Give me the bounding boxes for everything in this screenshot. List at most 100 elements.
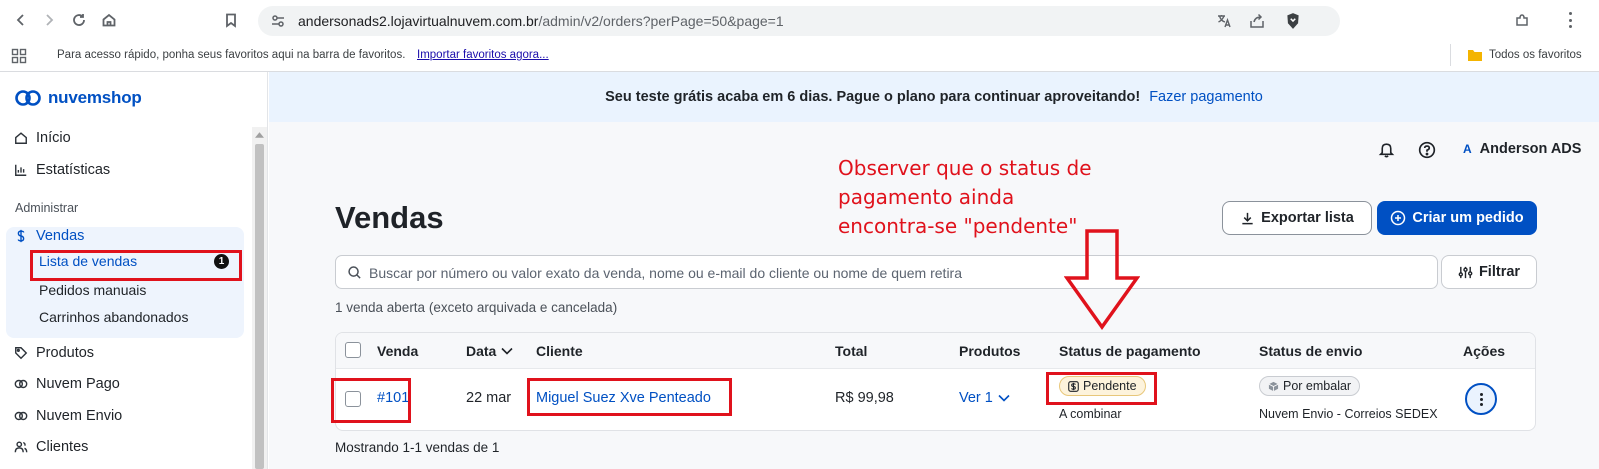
more-dot (1479, 397, 1483, 401)
column-header-cliente: Cliente (536, 343, 583, 359)
make-payment-link[interactable]: Fazer pagamento (1149, 89, 1263, 105)
bookmark-page-button[interactable] (220, 9, 242, 31)
sidebar-item-label: Início (36, 130, 71, 146)
column-header-venda[interactable]: Venda (377, 343, 418, 359)
apps-grid-icon[interactable] (11, 48, 27, 64)
sidebar-subitem-pedidos-manuais[interactable]: Pedidos manuais (39, 282, 146, 298)
filter-label: Filtrar (1478, 264, 1521, 280)
sidebar-item-nuvem-pago[interactable]: Nuvem Pago (14, 373, 120, 395)
sidebar-subitem-carrinhos-abandonados[interactable]: Carrinhos abandonados (39, 309, 188, 325)
search-icon (348, 266, 361, 279)
help-icon[interactable] (1418, 141, 1436, 159)
column-header-data-label: Data (466, 343, 497, 359)
url-path: /admin/v2/orders?perPage=50&page=1 (538, 13, 784, 29)
user-name: Anderson ADS (1479, 141, 1582, 157)
highlight-payment-status (1046, 372, 1157, 405)
sliders-icon (1458, 266, 1473, 278)
sidebar-item-vendas[interactable]: Vendas (14, 225, 84, 247)
orders-table: Venda Data Cliente Total Produtos Status… (335, 332, 1536, 431)
share-icon[interactable] (1249, 13, 1265, 29)
address-bar[interactable]: andersonads2.lojavirtualnuvem.com.br/adm… (258, 6, 1340, 36)
view-products-link[interactable]: Ver 1 (959, 390, 1010, 406)
bookmarks-hint: Para acesso rápido, ponha seus favoritos… (57, 49, 406, 61)
order-date: 22 mar (466, 390, 512, 406)
nuvemshop-logo[interactable]: nuvemshop (14, 88, 142, 108)
open-orders-count: 1 venda aberta (exceto arquivada e cance… (335, 300, 618, 315)
import-bookmarks-link[interactable]: Importar favoritos agora... (417, 49, 549, 61)
sidebar-item-label: Nuvem Envio (36, 408, 123, 424)
chevron-down-icon (998, 394, 1010, 402)
extensions-icon[interactable] (1514, 12, 1530, 28)
translate-icon[interactable] (1216, 13, 1232, 29)
browser-toolbar: andersonads2.lojavirtualnuvem.com.br/adm… (0, 0, 1599, 40)
all-bookmarks-label: Todos os favoritos (1489, 49, 1582, 61)
back-arrow-icon (16, 14, 24, 26)
notifications-bell-icon[interactable] (1378, 141, 1395, 158)
bookmark-icon (226, 13, 236, 28)
plus-circle-icon (1391, 210, 1406, 226)
bar-chart-icon (15, 164, 27, 176)
column-header-status-envio: Status de envio (1259, 343, 1363, 359)
search-input[interactable]: Buscar por número ou valor exato da vend… (335, 255, 1438, 289)
more-dot (1479, 392, 1483, 396)
scroll-up-icon[interactable] (255, 132, 264, 138)
sidebar-item-label: Vendas (36, 228, 85, 244)
url-text: andersonads2.lojavirtualnuvem.com.br/adm… (298, 13, 784, 29)
export-list-label: Exportar lista (1261, 210, 1354, 226)
sidebar-item-clientes[interactable]: Clientes (14, 436, 88, 458)
bookmarks-bar: Para acesso rápido, ponha seus favoritos… (0, 40, 1599, 72)
brave-shield-icon[interactable] (1284, 12, 1302, 30)
sidebar-item-inicio[interactable]: Início (14, 127, 71, 149)
column-header-acoes: Ações (1463, 343, 1506, 359)
nuvem-pago-icon (14, 379, 28, 389)
annotation-line: encontra-se "pendente" (838, 214, 1078, 238)
annotation-line: Observer que o status de (838, 156, 1092, 180)
sidebar-item-nuvem-envio[interactable]: Nuvem Envio (14, 405, 122, 427)
column-header-total: Total (835, 343, 868, 359)
nuvem-envio-icon (14, 411, 28, 421)
brand-name: nuvemshop (48, 88, 142, 107)
url-host: andersonads2.lojavirtualnuvem.com.br (298, 13, 539, 29)
create-order-button[interactable]: Criar um pedido (1377, 201, 1537, 235)
shipping-status-label: Por embalar (1283, 379, 1352, 393)
forward-button[interactable] (38, 9, 60, 31)
reload-button[interactable] (68, 9, 90, 31)
payment-method: A combinar (1059, 407, 1122, 421)
browser-menu-icon[interactable] (1562, 12, 1578, 28)
annotation-note: Observer que o status de pagamento ainda… (838, 154, 1138, 241)
home-icon (15, 132, 27, 144)
table-row[interactable]: #101 22 mar Miguel Suez Xve Penteado R$ … (336, 370, 1535, 430)
all-bookmarks-button[interactable]: Todos os favoritos (1467, 48, 1582, 62)
search-placeholder: Buscar por número ou valor exato da vend… (369, 265, 963, 281)
sidebar-scroll-thumb[interactable] (255, 144, 264, 469)
bookmarks-divider (1450, 44, 1451, 66)
filter-button[interactable]: Filtrar (1441, 255, 1537, 289)
back-button[interactable] (10, 9, 32, 31)
forward-arrow-icon (46, 14, 54, 26)
shipping-method: Nuvem Envio - Correios SEDEX (1259, 407, 1438, 421)
export-list-button[interactable]: Exportar lista (1222, 201, 1372, 235)
trial-message: Seu teste grátis acaba em 6 dias. Pague … (605, 89, 1141, 105)
user-menu[interactable]: A Anderson ADS (1463, 141, 1581, 157)
sidebar-section-title: Administrar (15, 201, 79, 215)
row-actions-button[interactable] (1465, 383, 1497, 415)
tag-icon (15, 347, 28, 360)
highlight-order-number (331, 378, 411, 423)
users-icon (14, 441, 28, 453)
annotation-line: pagamento ainda (838, 185, 1015, 209)
more-dot (1479, 402, 1483, 406)
order-total: R$ 99,98 (835, 390, 894, 406)
sidebar-item-label: Nuvem Pago (36, 376, 120, 392)
column-header-data[interactable]: Data (466, 343, 513, 359)
select-all-checkbox[interactable] (345, 342, 361, 358)
sidebar-item-produtos[interactable]: Produtos (14, 342, 94, 364)
create-order-label: Criar um pedido (1412, 210, 1524, 226)
highlight-lista-de-vendas (30, 250, 242, 281)
site-settings-icon[interactable] (270, 13, 286, 29)
column-header-produtos: Produtos (959, 343, 1021, 359)
dollar-icon (17, 229, 25, 243)
chevron-down-icon (501, 347, 513, 355)
sidebar-item-estatisticas[interactable]: Estatísticas (14, 159, 110, 181)
home-button[interactable] (98, 9, 120, 31)
sidebar-item-label: Produtos (36, 345, 95, 361)
